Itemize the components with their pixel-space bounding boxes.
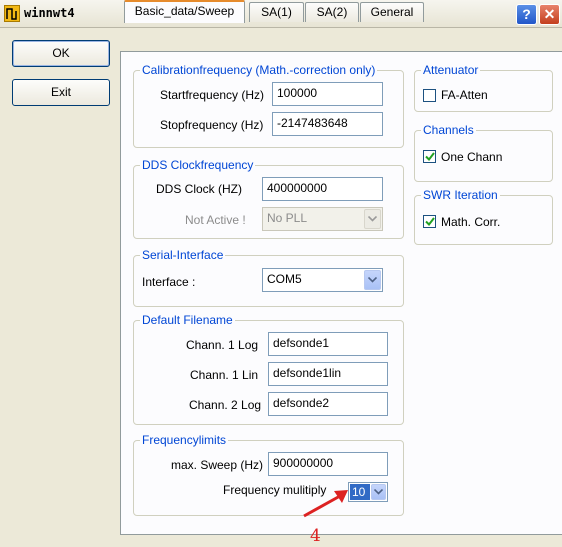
pll-select-value: No PLL [267,211,308,225]
ok-button[interactable]: OK [12,40,110,67]
tab-sa1[interactable]: SA(1) [249,2,304,22]
exit-button[interactable]: Exit [12,79,110,106]
frequency-multiply-value: 10 [350,484,370,500]
fa-atten-label: FA-Atten [441,88,488,102]
max-sweep-label: max. Sweep (Hz) [171,458,264,472]
start-frequency-label: Startfrequency (Hz) [160,88,265,102]
dds-clock-label: DDS Clock (HZ) [156,182,242,196]
not-active-label: Not Active ! [185,213,246,227]
math-corr-label: Math. Corr. [441,215,501,229]
one-chann-label: One Chann [441,150,503,164]
help-button[interactable]: ? [516,4,537,25]
dds-clock-input[interactable]: 400000000 [262,177,383,201]
filename-label: Chann. 2 Log [189,398,262,412]
filename-label: Chann. 1 Lin [190,368,259,382]
channels-group-title: Channels [421,123,476,137]
start-frequency-input[interactable]: 100000 [272,82,383,106]
one-chann-checkbox[interactable] [423,150,436,163]
filename-input[interactable]: defsonde1 [268,332,388,356]
interface-select-value: COM5 [267,272,302,286]
filename-label: Chann. 1 Log [186,338,259,352]
chevron-down-icon [364,270,381,290]
serial-group-title: Serial-Interface [140,248,226,262]
tab-sa2[interactable]: SA(2) [305,2,359,22]
swr-group-title: SWR Iteration [421,188,500,202]
close-icon: ✕ [543,6,556,22]
stop-frequency-input[interactable]: -2147483648 [272,112,383,136]
checkmark-icon [425,217,435,226]
help-icon: ? [522,6,531,22]
frequency-limits-group-title: Frequencylimits [140,433,229,447]
attenuator-group-title: Attenuator [421,63,481,77]
max-sweep-input[interactable]: 900000000 [268,452,388,476]
filename-input[interactable]: defsonde1lin [268,362,388,386]
checkmark-icon [425,152,435,161]
app-icon [4,5,20,22]
dds-group-title: DDS Clockfrequency [140,158,256,172]
interface-select[interactable]: COM5 [262,268,383,292]
chevron-down-icon [371,484,386,500]
close-button[interactable]: ✕ [539,4,560,25]
tab-general[interactable]: General [360,2,424,22]
fa-atten-checkbox[interactable] [423,89,436,102]
window-title: winnwt4 [24,6,75,20]
calibration-group-title: Calibrationfrequency (Math.-correction o… [140,63,378,77]
filename-group-title: Default Filename [140,313,235,327]
annotation-number: 4 [310,526,321,546]
chevron-down-icon [364,209,381,229]
tab-basic-data-sweep[interactable]: Basic_data/Sweep [124,0,245,23]
pll-select[interactable]: No PLL [262,207,383,231]
interface-label: Interface : [142,275,196,289]
math-corr-checkbox[interactable] [423,215,436,228]
stop-frequency-label: Stopfrequency (Hz) [160,118,264,132]
annotation-arrow-icon [303,490,348,518]
filename-input[interactable]: defsonde2 [268,392,388,416]
frequency-multiply-select[interactable]: 10 [348,482,388,502]
